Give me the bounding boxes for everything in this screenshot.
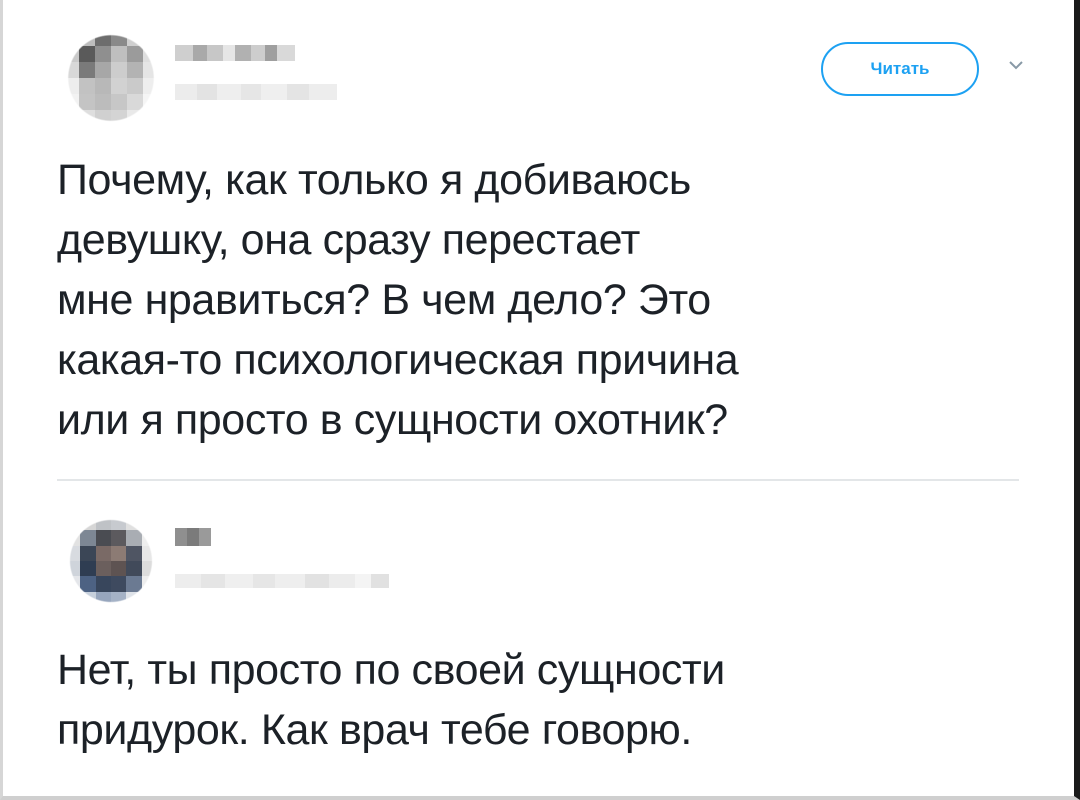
tweet-text: Почему, как только я добиваюсь девушку, … [57,150,1017,450]
follow-button[interactable]: Читать [821,42,979,96]
tweet-text-line: какая-то психологическая причина [57,336,739,384]
divider [57,479,1019,481]
tweet-text-line: мне нравиться? В чем дело? Это [57,276,711,324]
chevron-down-icon[interactable] [1007,58,1025,72]
avatar[interactable] [65,515,157,607]
reply-text: Нет, ты просто по своей сущности придуро… [57,640,1017,760]
screenshot-frame: Читать Почему, как только я добиваюсь де… [0,0,1080,800]
tweet-text-line: Почему, как только я добиваюсь [57,156,691,204]
tweet-text-line: девушку, она сразу перестает [57,216,640,264]
avatar[interactable] [63,30,159,126]
author-name-redacted [175,45,295,61]
author-handle-redacted [175,574,389,588]
tweet-text-line: придурок. Как врач тебе говорю. [57,706,692,754]
tweet-text-line: или я просто в сущности охотник? [57,396,728,444]
author-handle-redacted [175,84,337,100]
tweet-text-line: Нет, ты просто по своей сущности [57,646,725,694]
author-name-redacted [175,528,211,546]
